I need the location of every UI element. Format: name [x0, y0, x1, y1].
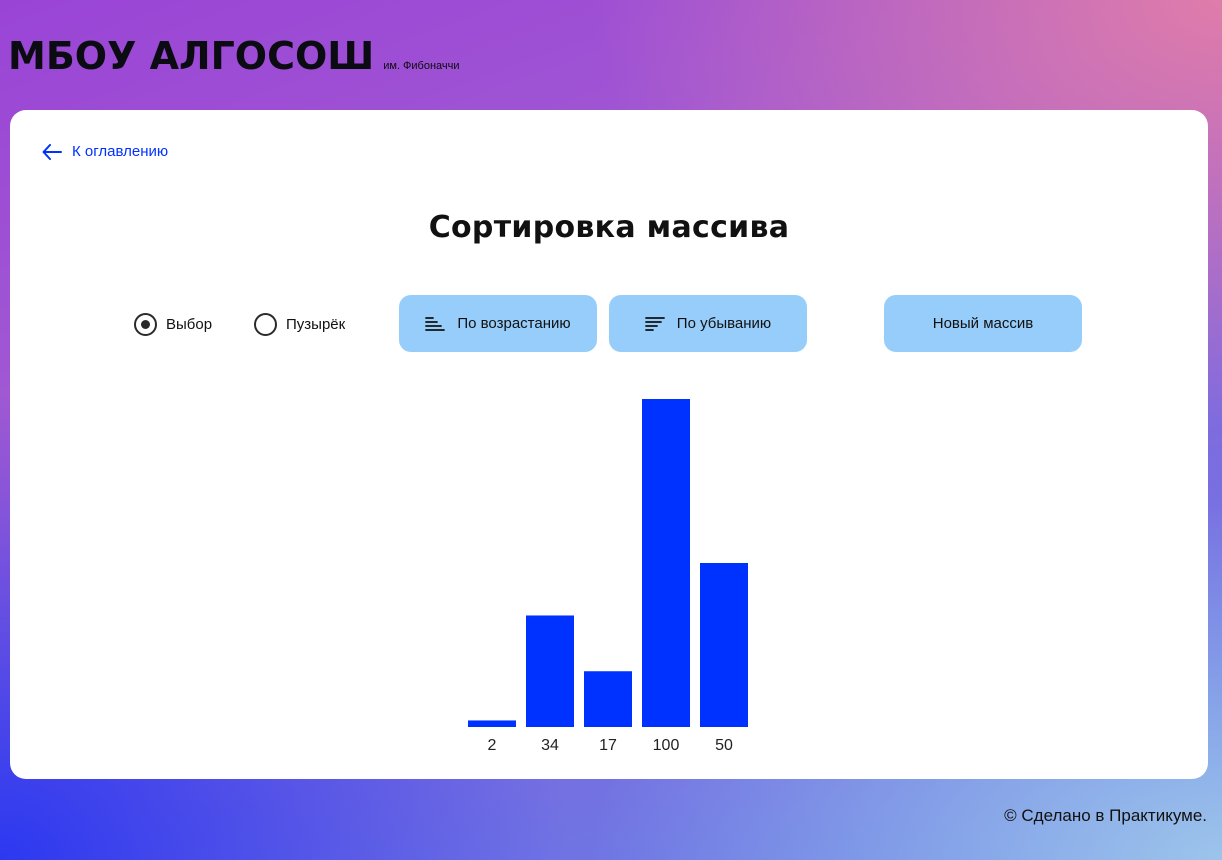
- bar-label-2: 17: [599, 737, 617, 754]
- bar-label-0: 2: [488, 737, 497, 754]
- bar-label-3: 100: [653, 737, 680, 754]
- brand: МБОУ АЛГОСОШ им. Фибоначчи: [8, 34, 460, 78]
- main-card: К оглавлению Сортировка массива Выбор Пу…: [10, 110, 1208, 779]
- bar-1: [526, 615, 574, 727]
- app-title: МБОУ АЛГОСОШ: [8, 34, 375, 78]
- bar-4: [700, 563, 748, 727]
- array-chart: 2 34 17 100 50: [468, 399, 748, 754]
- app-subtitle: им. Фибоначчи: [383, 60, 460, 72]
- bar-0: [468, 720, 516, 727]
- bar-3: [642, 399, 690, 727]
- bar-2: [584, 671, 632, 727]
- footer-copyright: © Сделано в Практикуме.: [1004, 806, 1207, 825]
- bar-label-1: 34: [541, 737, 559, 754]
- bar-label-4: 50: [715, 737, 733, 754]
